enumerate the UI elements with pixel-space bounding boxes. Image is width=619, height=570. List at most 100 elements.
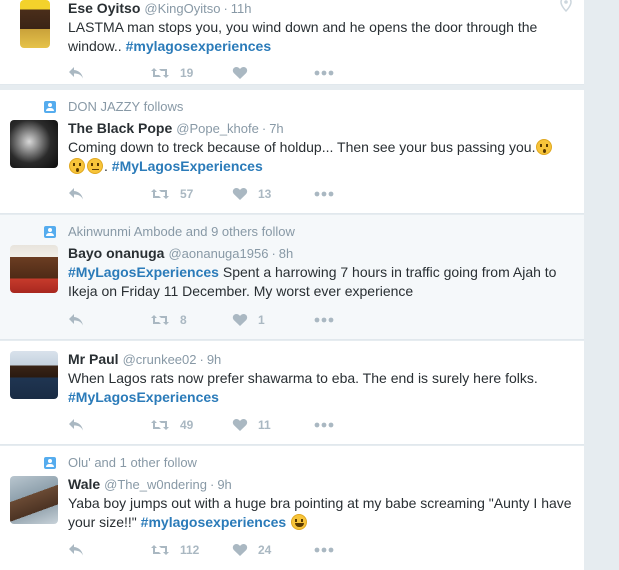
separator-dot: · [199,352,204,367]
follow-context-text: Olu' and 1 other follow [68,455,197,470]
like-count: 13 [258,187,272,201]
more-button[interactable] [314,70,396,76]
tweet[interactable]: Mr Paul @crunkee02 · 9h When Lagos rats … [0,341,584,445]
more-button[interactable] [314,191,396,197]
follow-context-icon [44,100,56,113]
tweet-text: #MyLagosExperiences Spent a harrowing 7 … [68,263,578,301]
author-name[interactable]: Wale [68,476,100,492]
separator-dot: · [209,477,215,492]
avatar[interactable] [20,0,50,48]
tweet[interactable]: Akinwunmi Ambode and 9 others follow Bay… [0,215,584,340]
retweet-icon [151,420,169,430]
like-button[interactable]: 24 [232,543,314,557]
tweet-actions: 49 11 [68,417,396,433]
tweet-actions: 19 [68,65,396,81]
tweet-text: Yaba boy jumps out with a huge bra point… [68,494,578,532]
hashtag-link[interactable]: #mylagosexperiences [141,514,287,530]
separator-dot: · [271,246,276,261]
tweet-header: Bayo onanuga @aonanuga1956 · 8h [68,245,293,261]
location-pin-icon[interactable] [560,0,572,12]
follow-context-text: Akinwunmi Ambode and 9 others follow [68,224,295,239]
tweet-text-part: Coming down to treck because of holdup..… [68,139,536,155]
astonished-face-emoji [536,139,553,155]
like-button[interactable]: 11 [232,418,314,432]
avatar[interactable] [10,351,58,399]
tweet[interactable]: Olu' and 1 other follow Wale @The_w0nder… [0,446,584,570]
tweet-actions: 57 13 [68,186,396,202]
follow-context-text: DON JAZZY follows [68,99,184,114]
retweet-icon [151,315,169,325]
follow-context[interactable]: Akinwunmi Ambode and 9 others follow [44,224,295,239]
like-button[interactable]: 13 [232,187,314,201]
reply-button[interactable] [68,543,150,557]
retweet-button[interactable]: 57 [150,187,232,201]
author-handle[interactable]: @aonanuga1956 [168,246,268,261]
timestamp[interactable]: 9h [217,477,231,492]
more-button[interactable] [314,422,396,428]
more-button[interactable] [314,317,396,323]
author-name[interactable]: Ese Oyitso [68,0,140,16]
retweet-icon [151,545,169,555]
tweet-text-part: When Lagos rats now prefer shawarma to e… [68,370,538,386]
reply-icon [69,544,83,556]
tweet[interactable]: Ese Oyitso @KingOyitso · 11h LASTMA man … [0,0,584,85]
retweet-count: 112 [180,543,200,557]
hashtag-link[interactable]: #MyLagosExperiences [112,158,263,174]
retweet-icon [151,189,169,199]
timestamp[interactable]: 9h [207,352,221,367]
author-handle[interactable]: @Pope_khofe [176,121,259,136]
separator-dot: · [223,1,228,16]
like-button[interactable]: 1 [232,313,314,327]
author-handle[interactable]: @KingOyitso [144,1,220,16]
hashtag-link[interactable]: #MyLagosExperiences [68,389,219,405]
tweet-header: Mr Paul @crunkee02 · 9h [68,351,221,367]
author-name[interactable]: The Black Pope [68,120,172,136]
retweet-icon [151,68,169,78]
author-handle[interactable]: @crunkee02 [123,352,197,367]
retweet-button[interactable]: 8 [150,313,232,327]
astonished-face-emoji [69,158,85,174]
tweet[interactable]: DON JAZZY follows The Black Pope @Pope_k… [0,90,584,214]
timestamp[interactable]: 8h [279,246,293,261]
reply-button[interactable] [68,66,150,80]
tweet-header: Ese Oyitso @KingOyitso · 11h [68,0,252,16]
heart-icon [232,314,248,326]
heart-icon [232,67,248,79]
timestamp[interactable]: 7h [269,121,283,136]
retweet-button[interactable]: 49 [150,418,232,432]
reply-button[interactable] [68,187,150,201]
more-icon [314,547,334,553]
tweet-header: Wale @The_w0ndering · 9h [68,476,232,492]
retweet-button[interactable]: 112 [150,543,232,557]
separator-dot: · [261,121,267,136]
retweet-count: 19 [180,66,194,80]
hashtag-link[interactable]: #mylagosexperiences [126,38,272,54]
retweet-button[interactable]: 19 [150,66,232,80]
like-count: 1 [258,313,265,327]
timestamp[interactable]: 11h [231,1,252,16]
avatar[interactable] [10,120,58,168]
follow-context[interactable]: DON JAZZY follows [44,99,183,114]
heart-icon [232,419,248,431]
retweet-count: 57 [180,187,194,201]
hashtag-link[interactable]: #MyLagosExperiences [68,264,219,280]
reply-icon [69,188,83,200]
avatar[interactable] [10,476,58,524]
reply-button[interactable] [68,418,150,432]
author-name[interactable]: Mr Paul [68,351,119,367]
author-name[interactable]: Bayo onanuga [68,245,164,261]
more-button[interactable] [314,547,396,553]
tweet-header: The Black Pope @Pope_khofe · 7h [68,120,284,136]
tweet-text: Coming down to treck because of holdup..… [68,138,578,176]
author-handle[interactable]: @The_w0ndering [104,477,207,492]
follow-context-icon [44,456,56,469]
retweet-count: 8 [180,313,187,327]
tweet-actions: 112 24 [68,542,396,558]
like-button[interactable] [232,66,314,80]
heart-icon [232,188,248,200]
reply-button[interactable] [68,313,150,327]
like-count: 24 [258,543,272,557]
more-icon [314,191,334,197]
follow-context[interactable]: Olu' and 1 other follow [44,455,197,470]
avatar[interactable] [10,245,58,293]
